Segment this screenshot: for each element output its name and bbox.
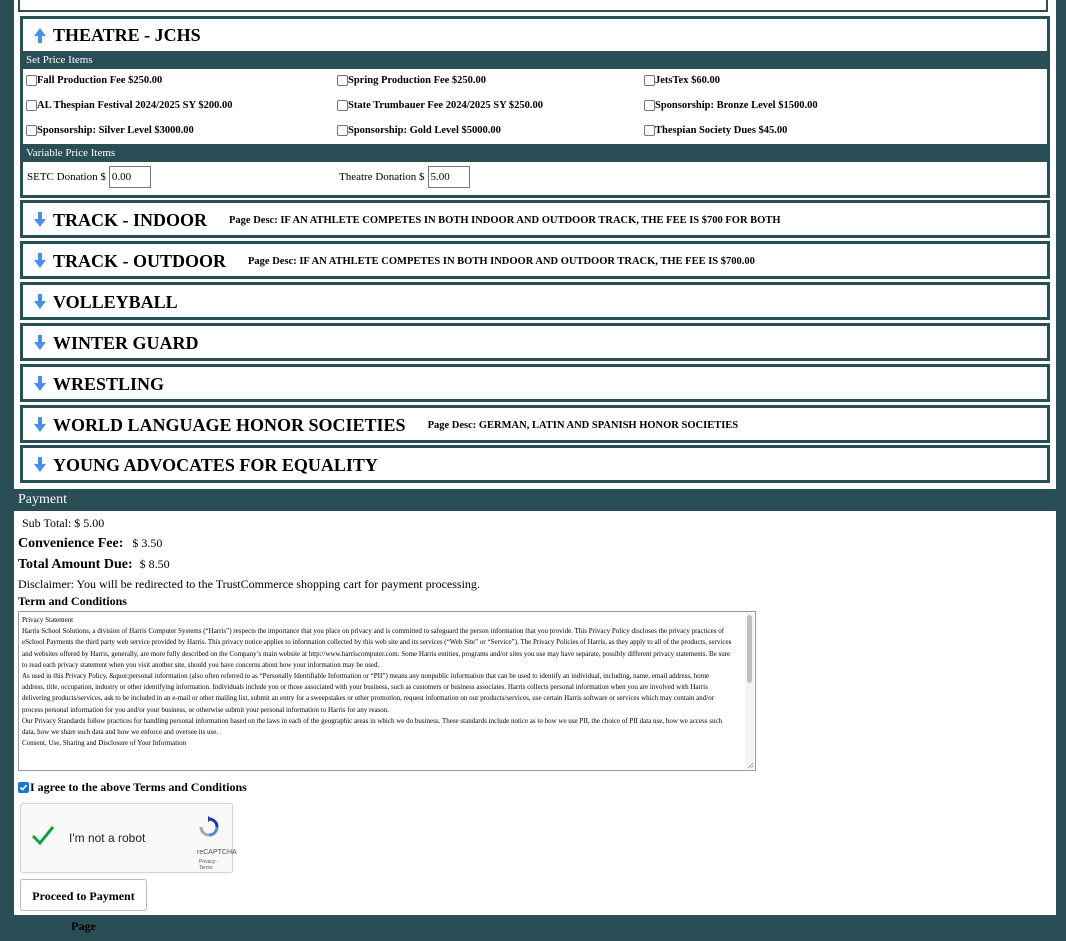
payment-header: Payment xyxy=(14,489,1056,511)
subtotal-value: $ 5.00 xyxy=(74,516,105,530)
agree-terms[interactable]: I agree to the above Terms and Condition… xyxy=(18,777,1052,797)
set-item[interactable]: AL Thespian Festival 2024/2025 SY $200.0… xyxy=(26,94,337,119)
checkbox[interactable] xyxy=(337,100,348,111)
section-title: YOUNG ADVOCATES FOR EQUALITY xyxy=(53,454,378,475)
set-item[interactable]: Sponsorship: Bronze Level $1500.00 xyxy=(644,94,1044,119)
expand-arrow-icon[interactable] xyxy=(33,456,47,474)
checkbox[interactable] xyxy=(26,125,37,136)
variable-price-band: Variable Price Items xyxy=(23,144,1047,162)
section-title: TRACK - INDOOR xyxy=(53,209,208,230)
expand-arrow-icon[interactable] xyxy=(33,334,47,352)
section-title: THEATRE - JCHS xyxy=(53,24,201,45)
section-header[interactable]: TRACK - OUTDOOR Page Desc: IF AN ATHLETE… xyxy=(23,244,1047,278)
set-item[interactable]: Sponsorship: Silver Level $3000.00 xyxy=(26,119,337,144)
captcha-brand: reCAPTCHA xyxy=(197,849,237,856)
section-track-outdoor[interactable]: TRACK - OUTDOOR Page Desc: IF AN ATHLETE… xyxy=(20,241,1050,279)
resize-handle-icon[interactable] xyxy=(747,762,754,769)
captcha-privacy-terms-link[interactable]: Privacy - Terms xyxy=(199,859,232,871)
variable-price-items: SETC Donation $ Theatre Donation $ xyxy=(23,162,1047,192)
set-item[interactable]: Spring Production Fee $250.00 xyxy=(337,69,644,94)
set-item[interactable]: Thespian Society Dues $45.00 xyxy=(644,119,1044,144)
set-item[interactable]: Sponsorship: Gold Level $5000.00 xyxy=(337,119,644,144)
page-frame: THEATRE - JCHS Set Price Items Fall Prod… xyxy=(14,0,1056,933)
section-header[interactable]: THEATRE - JCHS xyxy=(23,19,1047,51)
section-title: WINTER GUARD xyxy=(53,332,199,353)
theatre-donation-input[interactable] xyxy=(427,166,470,188)
section-header[interactable]: WRESTLING xyxy=(23,367,1047,401)
section-title: VOLLEYBALL xyxy=(53,291,178,312)
checkbox[interactable] xyxy=(26,75,37,86)
section-header[interactable]: WINTER GUARD xyxy=(23,326,1047,360)
convenience-fee-value: $ 3.50 xyxy=(132,536,163,550)
payment-body: Sub Total: $ 5.00 Convenience Fee: $ 3.5… xyxy=(18,513,1052,935)
recaptcha-widget: I'm not a robot reCAPTCHA Privacy - Term… xyxy=(20,803,237,873)
section-desc: Page Desc: IF AN ATHLETE COMPETES IN BOT… xyxy=(229,214,781,226)
section-title: WORLD LANGUAGE HONOR SOCIETIES xyxy=(53,414,406,435)
section-volleyball[interactable]: VOLLEYBALL xyxy=(20,282,1050,320)
agree-checkbox-checked-icon[interactable] xyxy=(18,781,29,793)
proceed-to-payment-button[interactable]: Proceed to Payment Page xyxy=(20,879,147,933)
section-desc: Page Desc: GERMAN, LATIN AND SPANISH HON… xyxy=(427,419,739,431)
checkbox[interactable] xyxy=(337,125,348,136)
expand-arrow-icon[interactable] xyxy=(33,211,47,229)
set-price-items: Fall Production Fee $250.00 Spring Produ… xyxy=(23,69,1047,144)
section-world-language[interactable]: WORLD LANGUAGE HONOR SOCIETIES Page Desc… xyxy=(20,405,1050,443)
set-price-band: Set Price Items xyxy=(23,51,1047,69)
convenience-fee-row: Convenience Fee: $ 3.50 xyxy=(18,536,163,551)
section-desc: Page Desc: IF AN ATHLETE COMPETES IN BOT… xyxy=(248,255,755,267)
checkbox[interactable] xyxy=(644,75,655,86)
theatre-donation: Theatre Donation $ xyxy=(339,166,470,188)
expand-arrow-icon[interactable] xyxy=(33,252,47,270)
captcha-check-icon[interactable] xyxy=(31,824,55,846)
section-wrestling[interactable]: WRESTLING xyxy=(20,364,1050,402)
terms-title: Term and Conditions xyxy=(18,594,127,608)
section-title: TRACK - OUTDOOR xyxy=(53,250,227,271)
section-header[interactable]: TRACK - INDOOR Page Desc: IF AN ATHLETE … xyxy=(23,203,1047,237)
section-header[interactable]: YOUNG ADVOCATES FOR EQUALITY xyxy=(23,448,1047,482)
checkbox[interactable] xyxy=(644,100,655,111)
previous-section-edge xyxy=(18,0,1048,12)
subtotal-row: Sub Total: $ 5.00 xyxy=(22,516,105,530)
set-item[interactable]: Fall Production Fee $250.00 xyxy=(26,69,337,94)
terms-textarea[interactable]: Privacy Statement Harris School Solution… xyxy=(18,611,756,771)
captcha-label: I'm not a robot xyxy=(69,831,146,845)
recaptcha-logo-icon xyxy=(199,816,219,837)
terms-scrollbar[interactable] xyxy=(745,613,754,769)
section-header[interactable]: VOLLEYBALL xyxy=(23,285,1047,319)
section-winter-guard[interactable]: WINTER GUARD xyxy=(20,323,1050,361)
checkbox[interactable] xyxy=(644,125,655,136)
checkbox[interactable] xyxy=(26,100,37,111)
section-track-indoor[interactable]: TRACK - INDOOR Page Desc: IF AN ATHLETE … xyxy=(20,200,1050,238)
expand-arrow-icon[interactable] xyxy=(33,375,47,393)
section-title: WRESTLING xyxy=(53,373,165,394)
total-value: $ 8.50 xyxy=(139,557,170,571)
checkbox[interactable] xyxy=(337,75,348,86)
scrollbar-thumb[interactable] xyxy=(747,615,752,683)
disclaimer: Disclaimer: You will be redirected to th… xyxy=(18,577,480,591)
collapse-arrow-icon[interactable] xyxy=(33,26,47,44)
set-item[interactable]: State Trumbauer Fee 2024/2025 SY $250.00 xyxy=(337,94,644,119)
section-young-advocates[interactable]: YOUNG ADVOCATES FOR EQUALITY xyxy=(20,445,1050,483)
section-theatre: THEATRE - JCHS Set Price Items Fall Prod… xyxy=(20,16,1050,198)
setc-donation-input[interactable] xyxy=(108,166,151,188)
total-row: Total Amount Due: $ 8.50 xyxy=(18,557,170,572)
set-item[interactable]: JetsTex $60.00 xyxy=(644,69,1044,94)
expand-arrow-icon[interactable] xyxy=(33,293,47,311)
expand-arrow-icon[interactable] xyxy=(33,416,47,434)
setc-donation: SETC Donation $ xyxy=(27,166,339,188)
section-header[interactable]: WORLD LANGUAGE HONOR SOCIETIES Page Desc… xyxy=(23,408,1047,442)
